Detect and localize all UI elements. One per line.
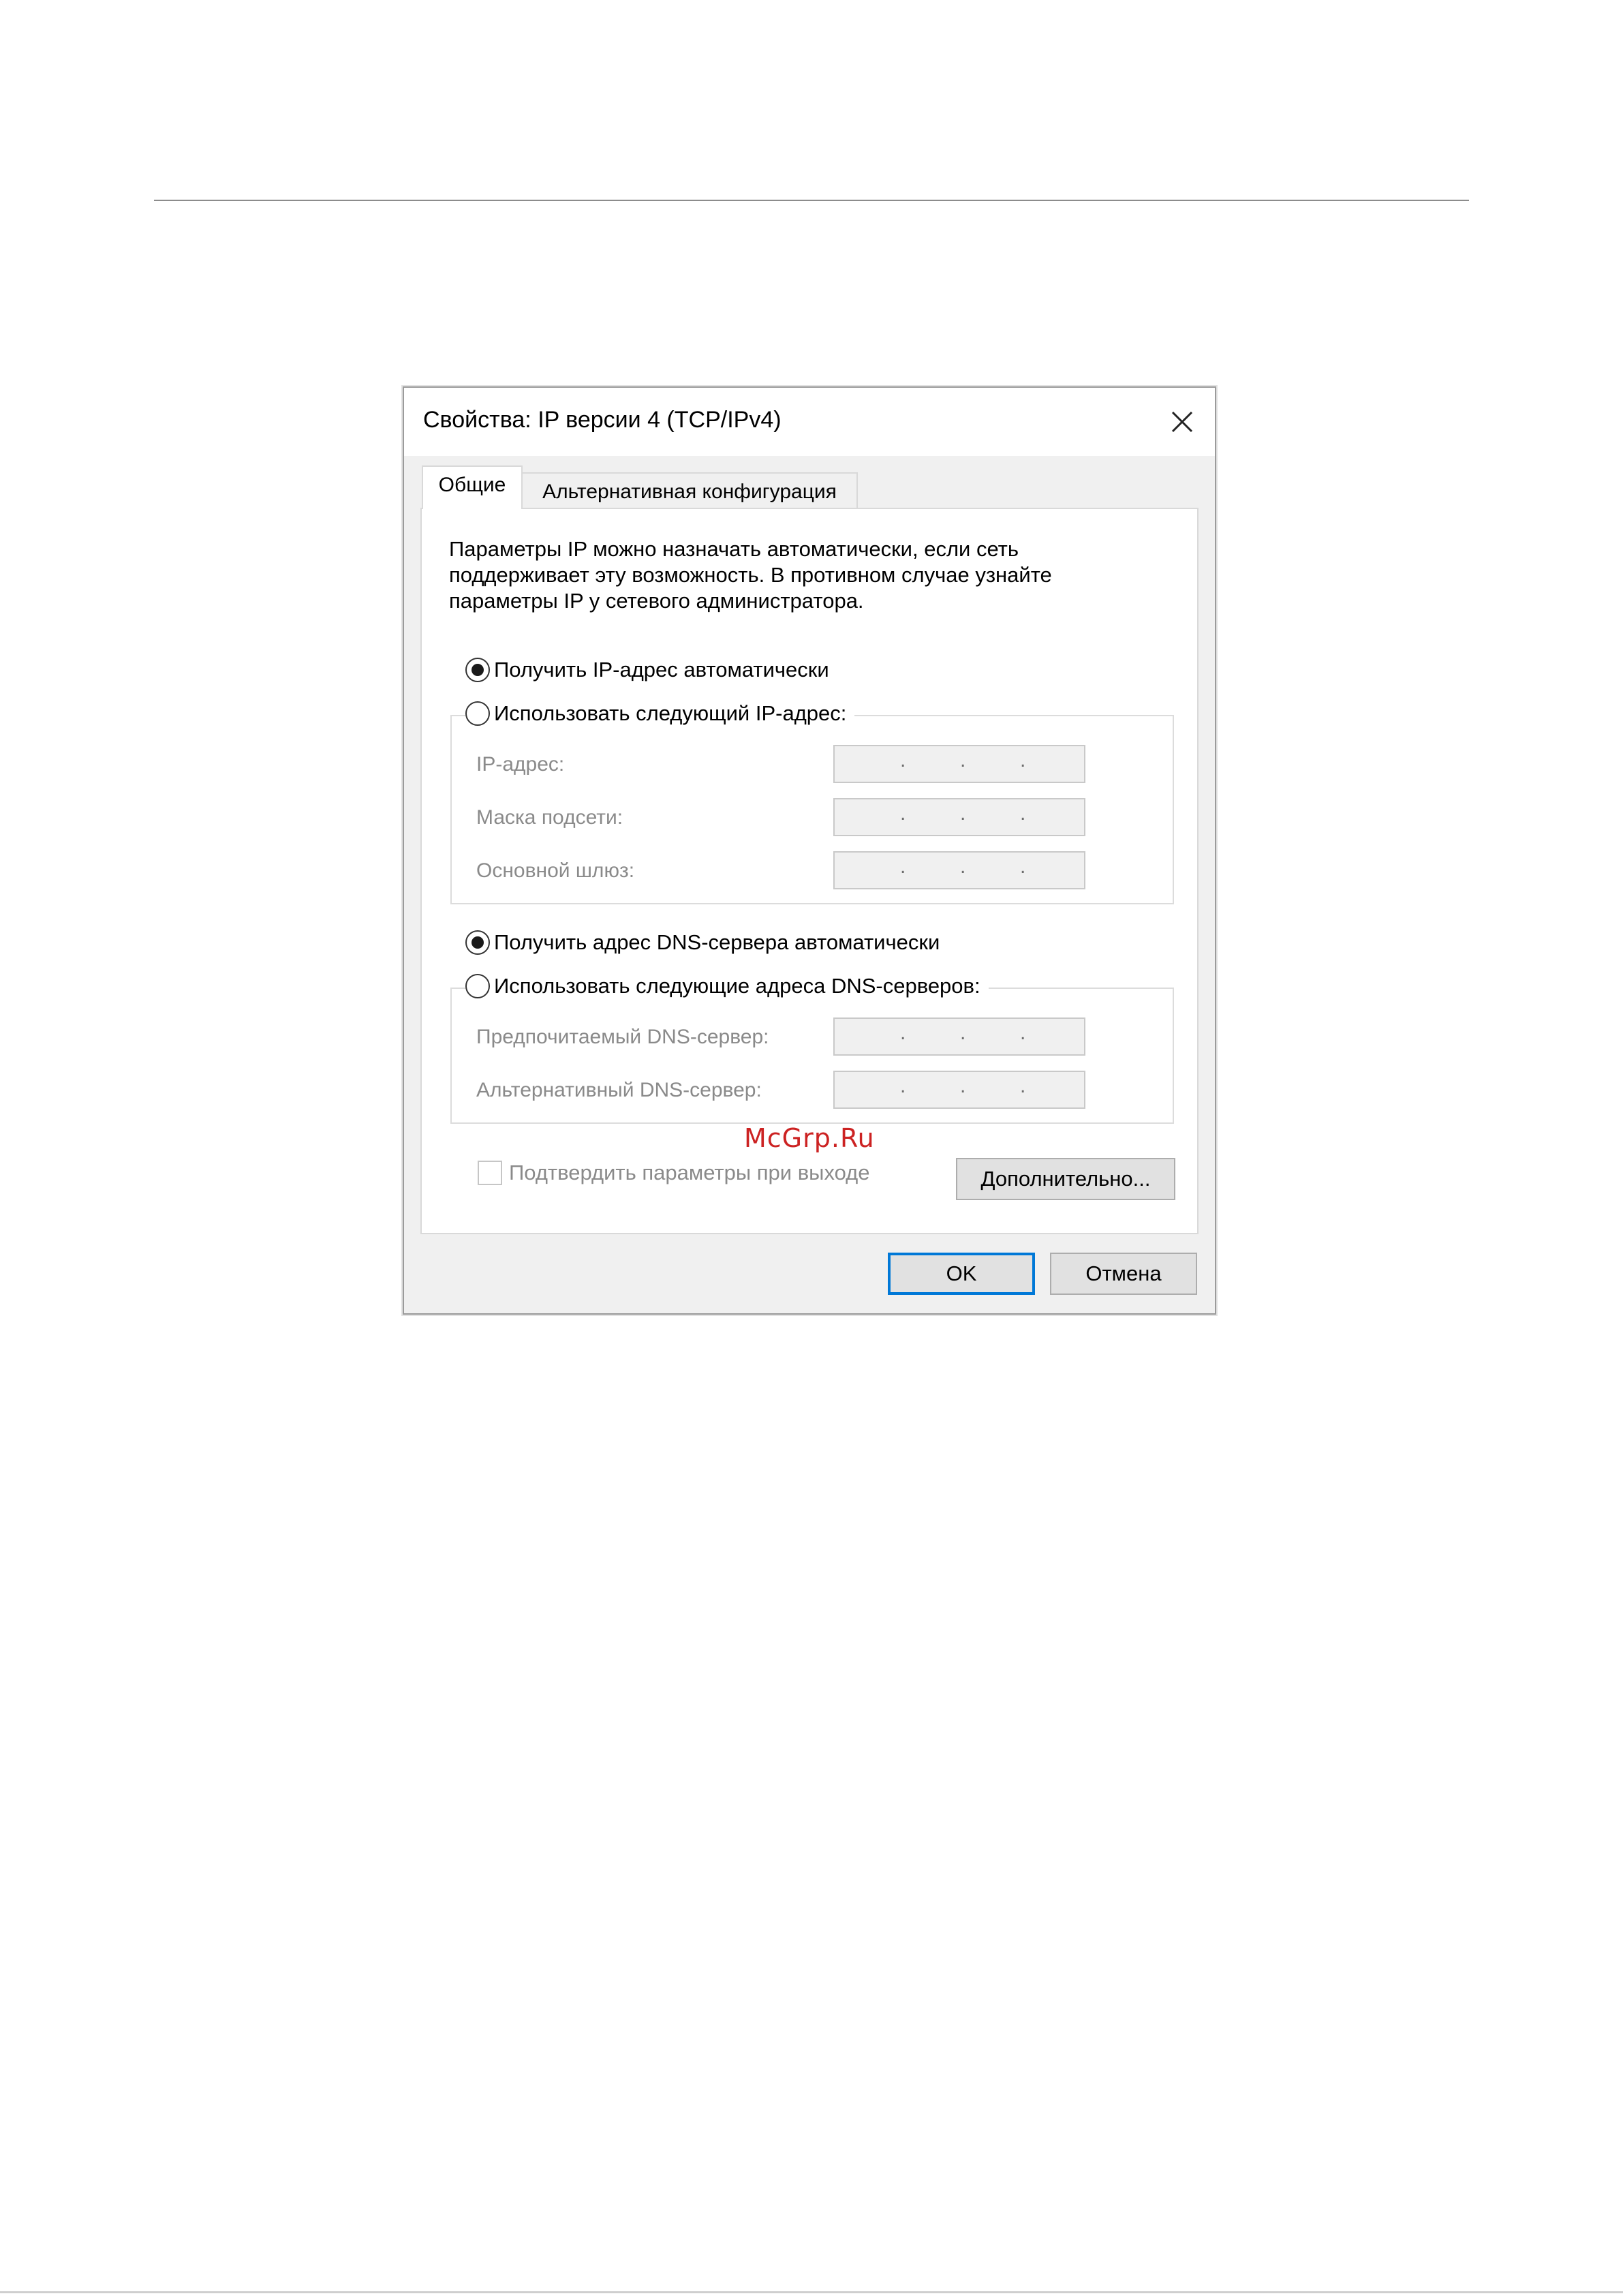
radio-label: Получить IP-адрес автоматически [494,658,829,682]
alternate-dns-input[interactable]: ... [833,1071,1085,1109]
preferred-dns-input[interactable]: ... [833,1017,1085,1056]
validate-on-exit-checkbox[interactable]: Подтвердить параметры при выходе [478,1161,870,1185]
close-button[interactable] [1158,397,1207,446]
advanced-button[interactable]: Дополнительно... [956,1158,1175,1200]
ip-address-label: IP-адрес: [476,753,565,776]
intro-line: Параметры IP можно назначать автоматичес… [449,537,1019,561]
radio-obtain-dns-auto[interactable]: Получить адрес DNS-сервера автоматически [465,930,948,955]
page-header-rule [154,200,1469,201]
tcpip-properties-dialog: Свойства: IP версии 4 (TCP/IPv4) Альтерн… [403,386,1216,1315]
title-bar[interactable]: Свойства: IP версии 4 (TCP/IPv4) [404,388,1215,456]
default-gateway-input[interactable]: ... [833,851,1085,889]
page-footer-rule [0,2291,1623,2293]
radio-indicator[interactable] [465,701,490,726]
radio-use-following-dns[interactable]: Использовать следующие адреса DNS-сервер… [465,974,989,998]
cancel-button[interactable]: Отмена [1050,1253,1197,1295]
alternate-dns-label: Альтернативный DNS-сервер: [476,1079,762,1101]
radio-indicator[interactable] [465,658,490,682]
ok-button[interactable]: OK [888,1253,1035,1295]
radio-label: Использовать следующие адреса DNS-сервер… [494,974,980,998]
radio-indicator[interactable] [465,930,490,955]
ip-address-input[interactable]: ... [833,745,1085,783]
intro-line: параметры IP у сетевого администратора. [449,589,864,613]
watermark-text: McGrp.Ru [744,1123,875,1153]
default-gateway-label: Основной шлюз: [476,859,635,882]
window-title: Свойства: IP версии 4 (TCP/IPv4) [423,407,782,433]
close-icon [1171,411,1193,433]
subnet-mask-input[interactable]: ... [833,798,1085,836]
radio-label: Получить адрес DNS-сервера автоматически [494,930,940,954]
radio-indicator[interactable] [465,974,490,998]
radio-label: Использовать следующий IP-адрес: [494,701,847,725]
tab-alternate-configuration[interactable]: Альтернативная конфигурация [521,472,858,510]
intro-line: поддерживает эту возможность. В противно… [449,563,1052,587]
checkbox-box[interactable] [478,1161,502,1185]
radio-obtain-ip-auto[interactable]: Получить IP-адрес автоматически [465,658,837,682]
preferred-dns-label: Предпочитаемый DNS-сервер: [476,1026,769,1048]
intro-text: Параметры IP можно назначать автоматичес… [449,536,1158,614]
tab-general[interactable]: Общие [422,465,523,509]
subnet-mask-label: Маска подсети: [476,806,623,829]
checkbox-label: Подтвердить параметры при выходе [509,1161,870,1184]
radio-use-following-ip[interactable]: Использовать следующий IP-адрес: [465,701,855,726]
